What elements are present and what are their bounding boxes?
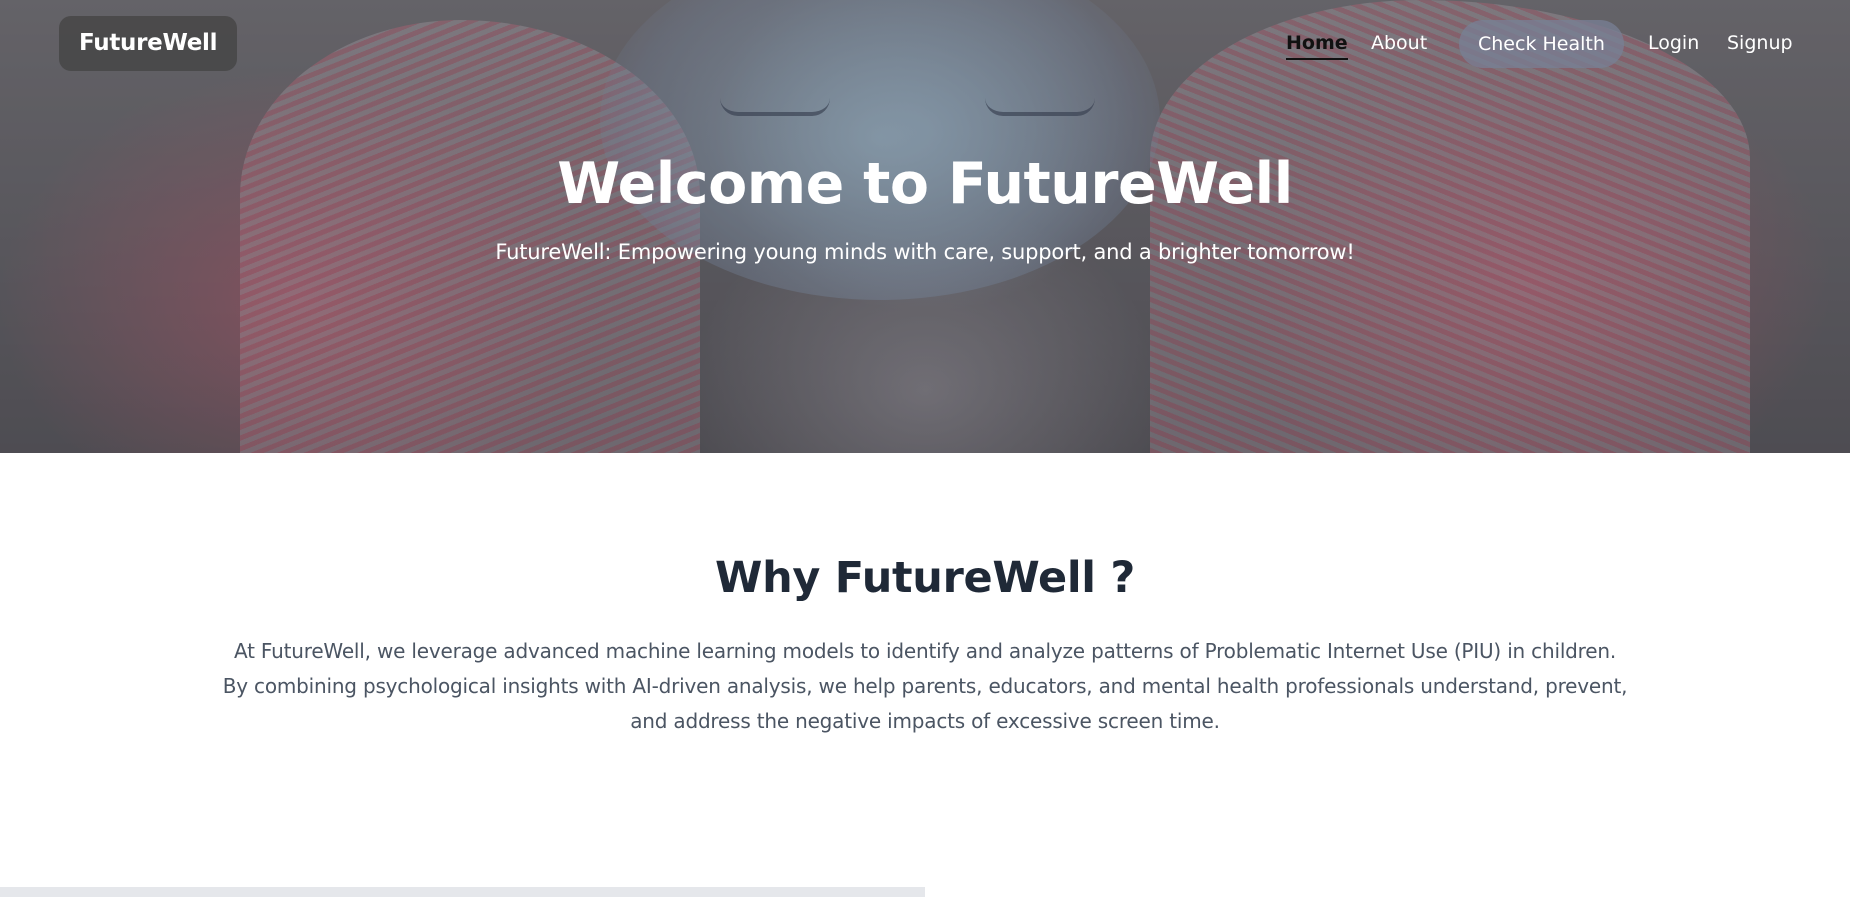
brand-logo[interactable]: FutureWell bbox=[59, 16, 238, 71]
check-health-button[interactable]: Check Health bbox=[1459, 20, 1624, 68]
nav-link-signup[interactable]: Signup bbox=[1727, 28, 1793, 58]
why-line: and address the negative impacts of exce… bbox=[630, 709, 1220, 733]
why-description: At FutureWell, we leverage advanced mach… bbox=[150, 634, 1700, 739]
why-title: Why FutureWell ? bbox=[714, 553, 1136, 603]
nav-link-about[interactable]: About bbox=[1371, 28, 1427, 58]
hero-title: Welcome to FutureWell bbox=[557, 151, 1293, 217]
why-line: By combining psychological insights with… bbox=[222, 674, 1628, 698]
navbar: FutureWell Home About Check Health Login… bbox=[0, 0, 1850, 88]
nav-link-login[interactable]: Login bbox=[1648, 28, 1699, 58]
next-section-edge bbox=[0, 887, 925, 897]
why-line: At FutureWell, we leverage advanced mach… bbox=[234, 639, 1616, 663]
hero-subtitle: FutureWell: Empowering young minds with … bbox=[495, 240, 1355, 264]
nav-link-home[interactable]: Home bbox=[1286, 28, 1348, 60]
